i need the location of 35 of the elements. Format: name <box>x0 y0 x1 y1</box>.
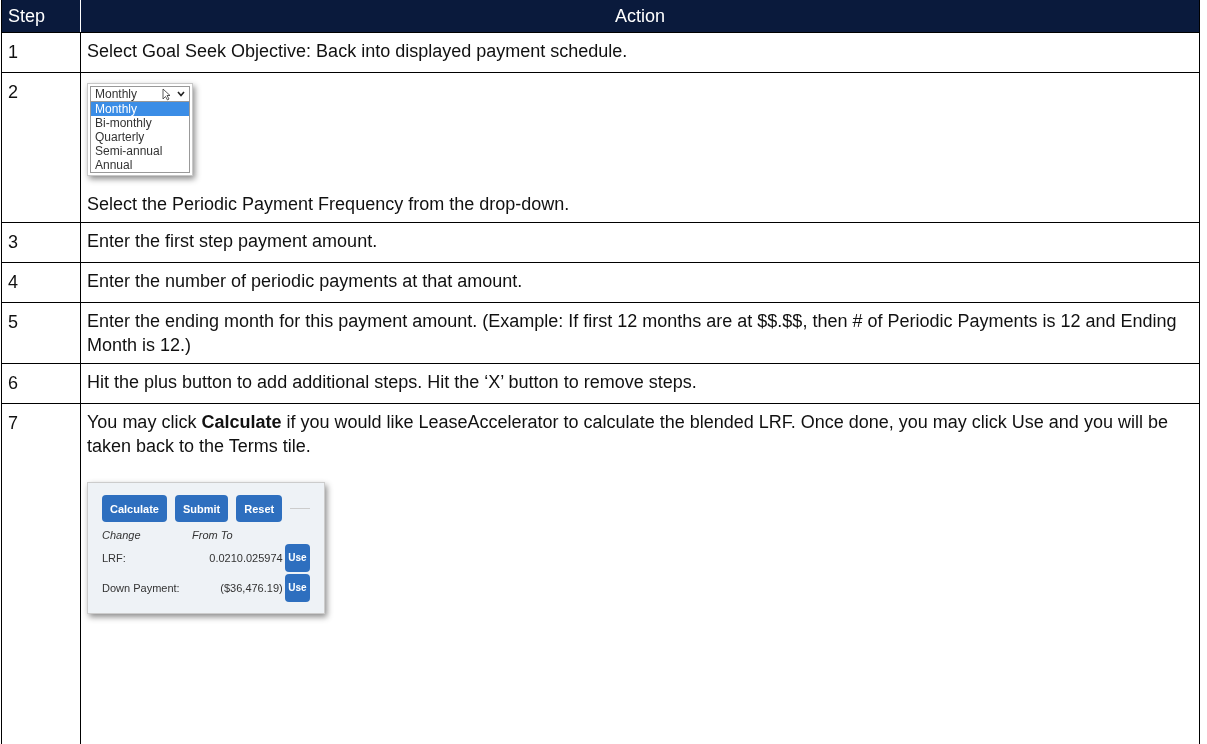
action-button[interactable]: Reset <box>236 495 283 522</box>
action-button[interactable]: Submit <box>174 495 229 522</box>
cursor-icon <box>162 87 171 101</box>
step-description: Enter the first step payment amount. <box>87 230 379 253</box>
step-number: 4 <box>2 263 81 302</box>
caret-icon <box>177 91 185 97</box>
field-value: ($36,476.19) <box>219 581 283 595</box>
field-label: LRF: <box>102 551 127 565</box>
step-number: 5 <box>2 303 81 363</box>
column-header: Step <box>2 0 81 32</box>
dropdown-option[interactable]: Quarterly <box>91 130 189 144</box>
step-description: Select the Periodic Payment Frequency from the drop-down. <box>87 193 571 216</box>
step-number: 7 <box>2 404 81 744</box>
step-description: Enter the number of periodic payments at that amount. <box>87 270 524 293</box>
use-button[interactable]: Use <box>284 544 310 572</box>
step-number: 2 <box>2 73 81 222</box>
step-description: Enter the ending month for this payment amount. (Example: If first 12 months are at $$.$$, then # of Periodic Payments is 12 and Ending Month is 12.) <box>87 310 1178 357</box>
step-number: 3 <box>2 223 81 262</box>
field-value: 0.0210.025974 <box>208 551 283 565</box>
dropdown-option[interactable]: Annual <box>91 158 189 172</box>
step-description: Hit the plus button to add additional steps. Hit the ‘X’ button to remove steps. <box>87 371 698 394</box>
step-description: You may click Calculate if you would like LeaseAccelerator to calculate the blended LRF. Once done, you may click Use and you will be taken back to the Terms tile. <box>87 411 1169 458</box>
step-description: Select Goal Seek Objective: Back into displayed payment schedule. <box>87 40 629 63</box>
dropdown-option[interactable]: Monthly <box>91 102 189 116</box>
column-header: From To <box>192 528 233 542</box>
dropdown-option[interactable]: Semi-annual <box>91 144 189 158</box>
use-button[interactable]: Use <box>284 574 310 602</box>
step-number: 6 <box>2 364 81 403</box>
field-label: Down Payment: <box>102 581 181 595</box>
dropdown-select[interactable]: Monthly <box>90 86 190 102</box>
dropdown-option[interactable]: Bi-monthly <box>91 116 189 130</box>
column-header: Change <box>102 528 142 542</box>
step-number: 1 <box>2 33 81 72</box>
column-header: Action <box>614 4 666 28</box>
action-button[interactable]: Calculate <box>102 495 167 522</box>
